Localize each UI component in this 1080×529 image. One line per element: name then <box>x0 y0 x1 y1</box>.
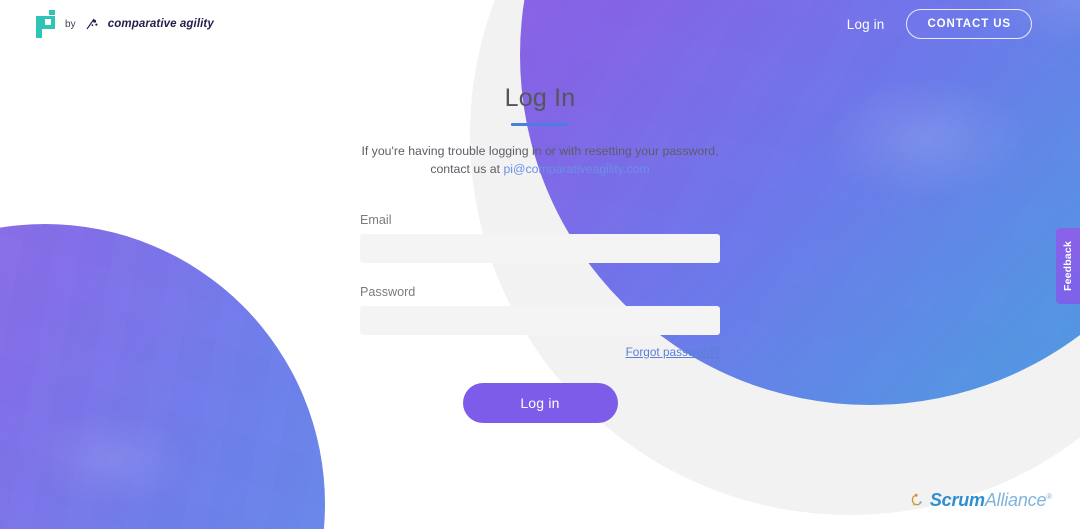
password-input[interactable] <box>360 305 720 335</box>
header-actions: Log in CONTACT US <box>847 9 1032 39</box>
feedback-tab-label: Feedback <box>1062 240 1075 292</box>
email-field-group: Email <box>360 213 720 263</box>
feedback-tab[interactable]: Feedback <box>1056 228 1080 304</box>
password-field-group: Password <box>360 285 720 335</box>
scrum-alliance-word-two: Alliance <box>984 490 1047 510</box>
brand-name-label: comparative agility <box>107 18 214 30</box>
login-submit-button[interactable]: Log in <box>462 382 618 423</box>
scrum-alliance-logo: ScrumAlliance® <box>909 490 1052 511</box>
scrum-alliance-icon <box>909 492 927 510</box>
contact-us-button[interactable]: CONTACT US <box>906 9 1032 39</box>
forgot-password-row: Forgot password? <box>360 343 720 361</box>
bottom-left-gradient-circle <box>0 224 325 529</box>
email-label: Email <box>360 212 392 227</box>
password-label: Password <box>360 284 416 299</box>
header-login-link[interactable]: Log in <box>847 17 885 32</box>
page-header: by comparative agility Log in CONTACT US <box>0 0 1080 48</box>
email-input[interactable] <box>360 233 720 263</box>
help-text: If you're having trouble logging in or w… <box>360 142 720 179</box>
login-card: Log In If you're having trouble logging … <box>360 84 720 423</box>
pi-logo-icon <box>36 10 56 38</box>
brand-lockup: by comparative agility <box>36 10 214 38</box>
page-title: Log In <box>504 84 576 112</box>
forgot-password-link[interactable]: Forgot password? <box>626 345 720 359</box>
registered-trademark-mark: ® <box>1046 492 1052 501</box>
scrum-alliance-wordmark: ScrumAlliance® <box>930 490 1052 511</box>
scrum-alliance-word-one: Scrum <box>929 490 985 510</box>
comparative-agility-icon <box>85 17 99 31</box>
title-underline-rule <box>511 123 569 126</box>
brand-by-label: by <box>65 18 76 30</box>
submit-row: Log in <box>360 382 720 423</box>
support-email-link[interactable]: pi@comparativeagility.com <box>503 162 649 176</box>
